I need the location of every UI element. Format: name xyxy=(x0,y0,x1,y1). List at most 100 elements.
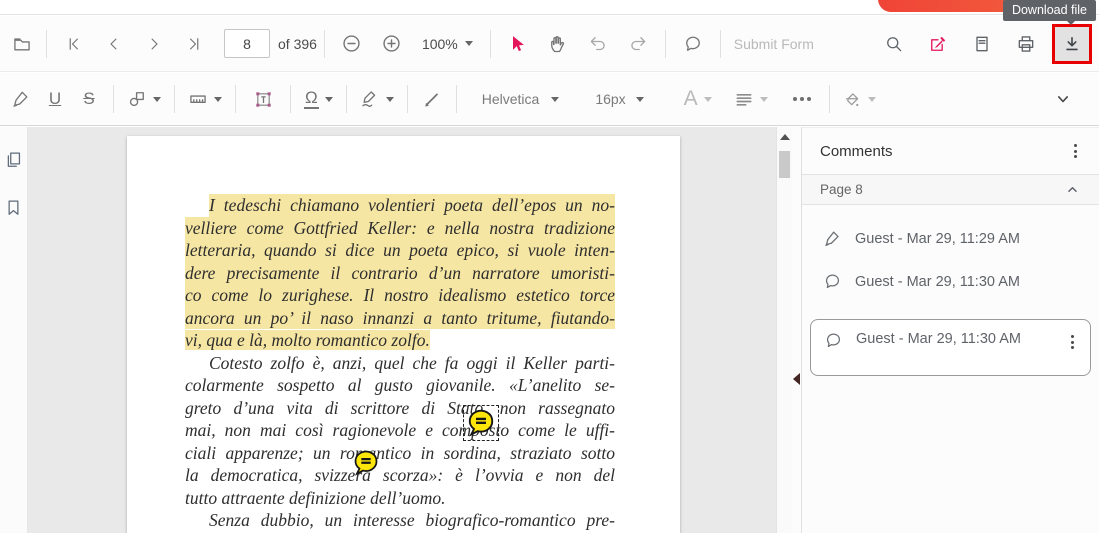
underline-icon: U xyxy=(48,89,62,108)
scroll-up-arrow-icon[interactable] xyxy=(780,134,790,140)
print-button[interactable] xyxy=(1004,25,1048,63)
undo-icon xyxy=(590,36,605,50)
comments-menu-icon[interactable] xyxy=(1070,140,1081,162)
annotation-edit-button[interactable] xyxy=(916,25,960,63)
redo-button[interactable] xyxy=(618,25,658,63)
first-page-button[interactable] xyxy=(54,25,94,63)
textbox-tool-button[interactable] xyxy=(243,80,283,118)
search-icon xyxy=(887,36,902,51)
paint-bucket-icon xyxy=(845,92,859,106)
signature-pen-icon xyxy=(361,91,375,107)
next-page-button[interactable] xyxy=(134,25,174,63)
stamp-icon: Ω xyxy=(304,88,319,109)
text-line: vi, qua e là, molto romantico zolfo. xyxy=(185,330,430,350)
caret-down-icon xyxy=(385,96,394,102)
separator xyxy=(489,29,491,58)
font-size-value: 16px xyxy=(595,91,626,107)
calibrate-tool-dropdown[interactable] xyxy=(182,80,228,118)
thumbnails-button[interactable] xyxy=(2,147,26,171)
text-align-dropdown[interactable] xyxy=(728,80,774,118)
vertical-scrollbar[interactable] xyxy=(776,127,792,533)
textbox-icon xyxy=(255,91,271,107)
zoom-level-select[interactable]: 100% xyxy=(422,36,473,52)
cursor-arrow-icon xyxy=(512,35,524,51)
bookmark-icon xyxy=(8,200,19,215)
comment-item[interactable]: Guest - Mar 29, 11:30 AM xyxy=(810,319,1091,376)
scrollbar-thumb[interactable] xyxy=(779,151,790,178)
text-line: ancora un po’ il naso innanzi a tanto tr… xyxy=(185,306,615,329)
minus-circle-icon xyxy=(343,35,361,52)
ink-tool-button[interactable] xyxy=(415,80,449,118)
text-line: Senza dubbio, un interesse biografico-ro… xyxy=(209,510,615,530)
select-tool-button[interactable] xyxy=(498,25,538,63)
download-tooltip-arrow xyxy=(1064,18,1078,25)
caret-down-icon xyxy=(759,96,768,102)
comments-title: Comments xyxy=(820,142,893,160)
comment-item[interactable]: Guest - Mar 29, 11:29 AM xyxy=(823,229,1091,248)
document-viewport[interactable]: I tedeschi chiamano volentieri poeta del… xyxy=(28,127,776,533)
zoom-out-button[interactable] xyxy=(332,25,372,63)
shapes-tool-dropdown[interactable] xyxy=(121,80,167,118)
zoom-level-value: 100% xyxy=(421,35,458,52)
separator xyxy=(46,29,47,58)
caret-down-icon xyxy=(153,96,161,102)
font-family-select[interactable]: Helvetica xyxy=(476,80,566,118)
fill-color-dropdown[interactable] xyxy=(837,80,882,118)
ink-brush-icon xyxy=(425,93,438,107)
notes-page-icon xyxy=(976,36,988,51)
caret-down-icon xyxy=(214,96,222,102)
stamp-tool-dropdown[interactable]: Ω xyxy=(298,80,339,118)
folder-icon xyxy=(14,37,30,50)
font-family-value: Helvetica xyxy=(481,91,540,107)
last-page-button[interactable] xyxy=(174,25,214,63)
organize-pages-button[interactable] xyxy=(960,25,1004,63)
page-group-header[interactable]: Page 8 xyxy=(802,174,1099,205)
underline-tool-button[interactable]: U xyxy=(38,80,72,118)
font-size-select[interactable]: 16px xyxy=(589,80,649,118)
pan-tool-button[interactable] xyxy=(538,25,578,63)
hand-icon xyxy=(550,35,564,52)
font-color-dropdown[interactable]: A xyxy=(678,80,718,118)
sticky-note-annotation[interactable] xyxy=(463,405,499,441)
chevron-up-icon xyxy=(1068,187,1077,192)
plus-circle-icon xyxy=(383,35,401,52)
comment-author-time: Guest - Mar 29, 11:30 AM xyxy=(856,331,1021,347)
separator xyxy=(828,85,830,113)
caret-down-icon xyxy=(867,96,876,102)
strikethrough-tool-button[interactable]: S xyxy=(72,80,106,118)
shapes-icon xyxy=(129,92,144,107)
page-number-input[interactable] xyxy=(224,29,270,58)
comment-author-time: Guest - Mar 29, 11:30 AM xyxy=(855,273,1020,290)
sticky-note-annotation[interactable] xyxy=(352,449,380,477)
font-color-icon: A xyxy=(683,87,698,110)
toolbar-collapse-button[interactable] xyxy=(1043,80,1083,118)
separator xyxy=(719,29,721,58)
caret-down-icon xyxy=(324,96,333,102)
separator xyxy=(455,85,457,113)
separator xyxy=(113,85,114,113)
comment-item[interactable]: Guest - Mar 29, 11:30 AM xyxy=(823,272,1091,291)
ruler-icon xyxy=(190,95,206,103)
undo-button[interactable] xyxy=(578,25,618,63)
previous-page-button[interactable] xyxy=(94,25,134,63)
zoom-in-button[interactable] xyxy=(372,25,412,63)
first-page-icon xyxy=(69,37,78,50)
separator xyxy=(235,85,236,113)
text-line: Cotesto zolfo è, anzi, quel che fa oggi … xyxy=(209,352,615,373)
signature-tool-dropdown[interactable] xyxy=(354,80,400,118)
comment-menu-icon[interactable] xyxy=(1067,331,1078,353)
highlight-tool-button[interactable] xyxy=(4,80,38,118)
bookmarks-button[interactable] xyxy=(2,195,26,219)
open-file-button[interactable] xyxy=(5,25,39,63)
text-line: greto d’una vita di scrittore di Stato, … xyxy=(185,397,615,418)
toolbar-right-group xyxy=(872,22,1094,66)
page-text: I tedeschi chiamano volentieri poeta del… xyxy=(185,194,615,533)
page-total-label: of 396 xyxy=(278,35,317,52)
add-comment-button[interactable] xyxy=(673,25,713,63)
download-button-wrapper xyxy=(1050,22,1094,66)
search-button[interactable] xyxy=(872,25,916,63)
submit-form-button[interactable]: Submit Form xyxy=(734,36,814,52)
panel-collapse-arrow-icon[interactable] xyxy=(793,373,800,385)
download-button[interactable] xyxy=(1052,23,1092,64)
more-options-button[interactable] xyxy=(782,80,822,118)
